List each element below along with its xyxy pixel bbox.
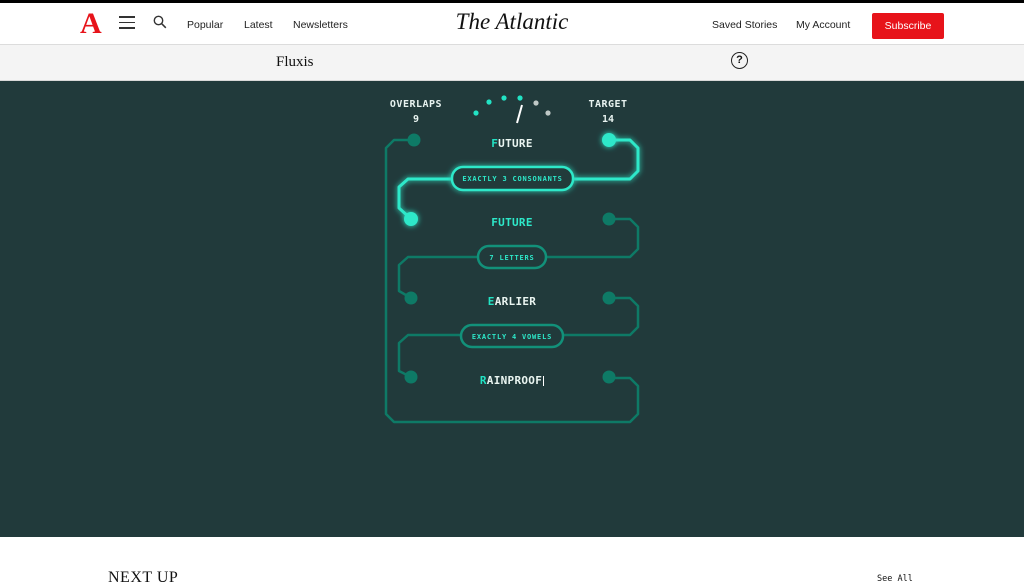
overlaps-label: OVERLAPS <box>389 99 443 110</box>
menu-icon[interactable] <box>119 16 135 30</box>
subscribe-button[interactable]: Subscribe <box>872 13 944 39</box>
see-all-link[interactable]: See All <box>877 574 913 582</box>
node-left-1 <box>407 133 421 147</box>
nav-newsletters[interactable]: Newsletters <box>293 19 348 31</box>
clue-pill-1 <box>450 165 575 192</box>
nav-popular[interactable]: Popular <box>187 19 223 31</box>
game-title: Fluxis <box>276 54 314 70</box>
text-caret <box>543 376 545 386</box>
nav-latest[interactable]: Latest <box>244 19 273 31</box>
word-4-input[interactable]: RAINPROOF <box>432 374 592 387</box>
node-left-2 <box>404 212 418 226</box>
target-label: TARGET <box>588 99 628 110</box>
game-board: OVERLAPS 9 TARGET 14 FUTURE FUTURE EARLI… <box>0 81 1024 537</box>
saved-stories-link[interactable]: Saved Stories <box>712 19 777 31</box>
node-left-3 <box>404 291 418 305</box>
node-left-4 <box>404 370 418 384</box>
progress-gauge <box>473 95 551 124</box>
search-icon[interactable] <box>153 15 167 29</box>
my-account-link[interactable]: My Account <box>796 19 850 31</box>
node-right-2 <box>602 212 616 226</box>
clue-pill-3 <box>459 323 565 349</box>
clue-pill-2 <box>476 244 548 270</box>
word-2[interactable]: FUTURE <box>432 216 592 229</box>
help-icon[interactable]: ? <box>731 52 748 69</box>
next-up-heading: NEXT UP <box>108 569 179 582</box>
node-right-3 <box>602 291 616 305</box>
word-1[interactable]: FUTURE <box>432 137 592 150</box>
overlaps-value: 9 <box>412 114 420 125</box>
word-3[interactable]: EARLIER <box>432 295 592 308</box>
site-header: A Popular Latest Newsletters The Atlanti… <box>0 0 1024 45</box>
node-right-1 <box>602 133 616 147</box>
atlantic-logo[interactable]: A <box>80 7 102 41</box>
game-toolbar: Fluxis ? <box>0 45 1024 81</box>
node-right-4 <box>602 370 616 384</box>
target-value: 14 <box>601 114 615 125</box>
